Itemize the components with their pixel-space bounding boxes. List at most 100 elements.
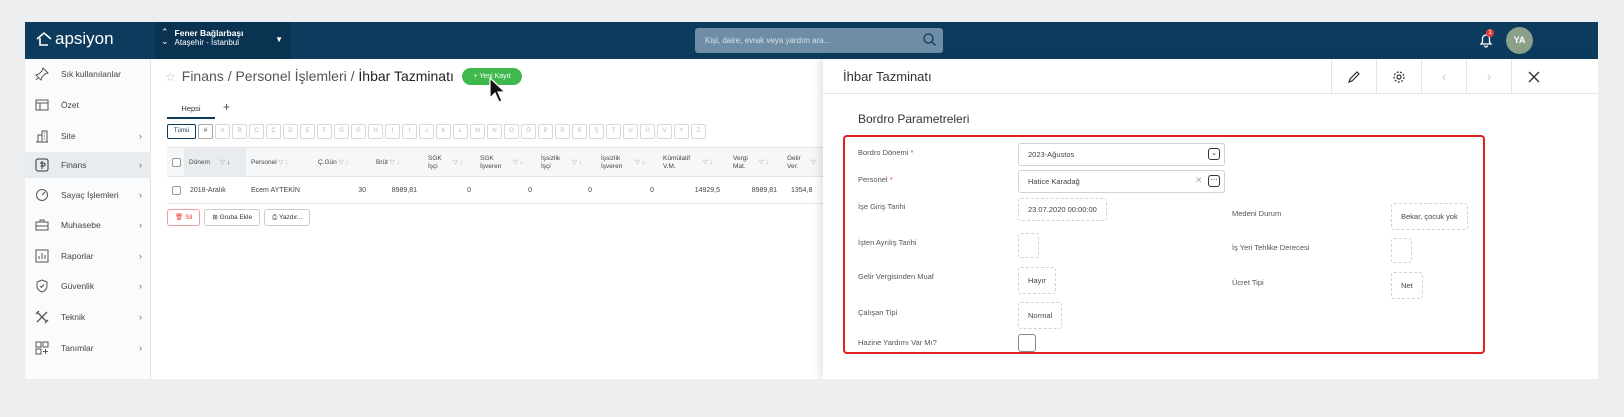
col-brut[interactable]: Brüt ▽ ↓: [376, 159, 400, 167]
bordro-donemi-select[interactable]: 2023-Ağustos: [1018, 143, 1225, 166]
filter-icon[interactable]: ▽ ↓: [513, 159, 523, 167]
chevron-down-icon[interactable]: ⌄: [1208, 148, 1220, 160]
alpha-letter-button[interactable]: T: [606, 124, 621, 139]
breadcrumb-personnel[interactable]: Personel İşlemleri: [235, 68, 346, 84]
alpha-letter-button[interactable]: F: [317, 124, 332, 139]
add-to-group-button[interactable]: ⊞ Gruba Ekle: [204, 209, 261, 226]
global-search-input[interactable]: Kişi, daire, evrak veya yardım ara...: [695, 28, 943, 53]
alpha-letter-button[interactable]: R: [555, 124, 570, 139]
more-icon[interactable]: ⋯: [1208, 175, 1220, 187]
filter-icon[interactable]: ▽ ↓: [339, 159, 349, 166]
sidebar-item-site[interactable]: Site ›: [25, 123, 151, 149]
table-row[interactable]: 2018-Aralık Ecem AYTEKİN 30 8989,81 0 0 …: [167, 178, 823, 204]
col-issizlik-isci[interactable]: İşsizlik İşçi: [541, 155, 571, 171]
chevron-right-icon: ›: [139, 131, 142, 141]
col-gelir[interactable]: Gelir Ver.: [787, 155, 809, 171]
alpha-letter-button[interactable]: E: [300, 124, 315, 139]
col-personel[interactable]: Personel ▽ ↓: [251, 159, 289, 167]
col-donem-label: Dönem: [189, 159, 210, 166]
filter-icon[interactable]: ▽ ↓: [703, 159, 713, 167]
alpha-letter-button[interactable]: Ü: [640, 124, 655, 139]
alpha-letter-button[interactable]: Ç: [266, 124, 281, 139]
sidebar-item-accounting[interactable]: Muhasebe ›: [25, 212, 151, 238]
col-vergi[interactable]: Vergi Mat.: [733, 155, 755, 171]
alpha-letter-button[interactable]: I: [385, 124, 400, 139]
alpha-letter-button[interactable]: L: [453, 124, 468, 139]
filter-icon[interactable]: ▽ ↓: [390, 159, 400, 166]
add-tab-button[interactable]: +: [223, 100, 230, 114]
alpha-letter-button[interactable]: G: [334, 124, 349, 139]
filter-icon[interactable]: ▽ ↓: [635, 159, 645, 167]
col-donem[interactable]: Dönem ▽ ↓: [184, 148, 246, 177]
filter-icon[interactable]: ▽ ↓: [453, 159, 463, 167]
alpha-all-button[interactable]: Tümü: [167, 124, 196, 139]
filter-icon[interactable]: ▽ ↓: [759, 159, 769, 167]
alpha-letter-button[interactable]: İ: [402, 124, 417, 139]
sidebar-item-reports[interactable]: Raporlar ›: [25, 243, 151, 269]
clear-icon[interactable]: ✕: [1195, 175, 1203, 186]
personel-select[interactable]: Hatice Karadağ: [1018, 170, 1225, 193]
alpha-letter-button[interactable]: D: [283, 124, 298, 139]
alpha-letter-button[interactable]: C: [249, 124, 264, 139]
group-label: Gruba Ekle: [219, 214, 253, 221]
sort-desc-icon[interactable]: ↓: [227, 159, 230, 166]
next-button[interactable]: ›: [1466, 59, 1511, 94]
alpha-letter-button[interactable]: V: [657, 124, 672, 139]
alpha-letter-button[interactable]: B: [232, 124, 247, 139]
alpha-letter-button[interactable]: Y: [674, 124, 689, 139]
building-icon: [36, 130, 48, 143]
alpha-letter-button[interactable]: J: [419, 124, 434, 139]
alpha-letter-button[interactable]: Ğ: [351, 124, 366, 139]
col-sgk-isci[interactable]: SGK İşçi: [428, 155, 450, 171]
print-button[interactable]: ⎙ Yazdır...: [264, 209, 311, 226]
alpha-hash-button[interactable]: #: [198, 124, 213, 139]
col-sgk-isveren[interactable]: SGK İşveren: [480, 155, 510, 171]
sidebar-item-meter[interactable]: Sayaç İşlemleri ›: [25, 182, 151, 208]
filter-icon[interactable]: ▽ ↓: [278, 159, 288, 166]
close-button[interactable]: [1511, 59, 1556, 94]
favorite-star-icon[interactable]: ☆: [165, 70, 176, 84]
select-all-checkbox[interactable]: [172, 158, 181, 167]
field-label-medeni: Medeni Durum: [1232, 209, 1282, 218]
delete-button[interactable]: 🗑 Sil: [167, 209, 201, 226]
sidebar-item-definitions[interactable]: Tanımlar ›: [25, 335, 151, 361]
col-cgun[interactable]: Ç.Gün ▽ ↓: [318, 159, 349, 167]
alpha-letter-button[interactable]: M: [470, 124, 485, 139]
apsiyon-logo[interactable]: apsiyon: [35, 29, 114, 49]
row-checkbox[interactable]: [172, 186, 181, 195]
filter-icon[interactable]: ▽: [220, 159, 225, 166]
edit-button[interactable]: [1331, 59, 1376, 94]
alpha-letter-button[interactable]: Ş: [589, 124, 604, 139]
sidebar-item-security[interactable]: Güvenlik ›: [25, 273, 151, 299]
alpha-letter-button[interactable]: Ö: [521, 124, 536, 139]
alpha-letter-button[interactable]: Z: [691, 124, 706, 139]
alpha-letter-button[interactable]: A: [215, 124, 230, 139]
sidebar-item-label: Sık kullanılanlar: [61, 69, 122, 79]
section-title: Bordro Parametreleri: [858, 112, 970, 126]
col-issizlik-isveren[interactable]: İşsizlik İşveren: [601, 155, 634, 171]
alpha-letter-button[interactable]: N: [487, 124, 502, 139]
previous-button[interactable]: ‹: [1421, 59, 1466, 94]
alpha-letter-button[interactable]: H: [368, 124, 383, 139]
sidebar-item-technical[interactable]: Teknik ›: [25, 304, 151, 330]
sidebar-item-finance[interactable]: Finans ›: [25, 152, 151, 178]
alpha-letter-button[interactable]: K: [436, 124, 451, 139]
alpha-letter-button[interactable]: O: [504, 124, 519, 139]
hazine-checkbox[interactable]: [1018, 334, 1036, 352]
alpha-letter-button[interactable]: P: [538, 124, 553, 139]
breadcrumb: ☆ Finans / Personel İşlemleri / İhbar Taz…: [165, 68, 454, 84]
col-kumulatif[interactable]: Kümülatif V.M.: [663, 155, 699, 171]
alpha-letter-button[interactable]: U: [623, 124, 638, 139]
sidebar-item-summary[interactable]: Özet: [25, 92, 151, 118]
user-avatar[interactable]: YA: [1506, 27, 1533, 54]
alpha-letter-button[interactable]: S: [572, 124, 587, 139]
branch-selector[interactable]: ⌃ ⌄ Fener Bağlarbaşı Ataşehir - İstanbul …: [155, 22, 291, 59]
tab-all[interactable]: Hepsi: [167, 102, 215, 119]
filter-icon[interactable]: ▽: [811, 159, 816, 167]
filter-icon[interactable]: ▽ ↓: [572, 159, 582, 167]
settings-button[interactable]: [1376, 59, 1421, 94]
search-icon[interactable]: [922, 32, 937, 47]
sidebar-item-favorites[interactable]: Sık kullanılanlar: [25, 61, 151, 87]
cell-issizlik-isci: 0: [588, 187, 592, 194]
breadcrumb-finance[interactable]: Finans: [182, 68, 224, 84]
